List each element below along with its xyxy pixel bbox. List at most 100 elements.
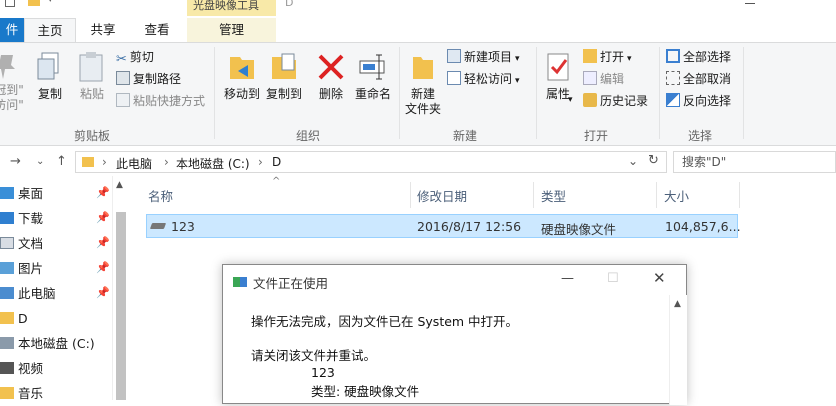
tab-file[interactable]: 件 <box>0 18 24 42</box>
open-button[interactable]: 打开 ▾ <box>583 47 632 67</box>
easy-access-button[interactable]: 轻松访问 ▾ <box>447 69 520 89</box>
minimize-button[interactable] <box>745 3 755 4</box>
nav-scrollbar[interactable]: ▲ <box>112 176 128 400</box>
dialog-scrollbar[interactable]: ▲ <box>669 295 687 405</box>
copy-label: 复制 <box>37 87 62 101</box>
breadcrumb-d[interactable]: D <box>272 155 281 169</box>
file-in-use-dialog: 文件正在使用 — ☐ ✕ 操作无法完成，因为文件已在 System 中打开。 请… <box>222 264 687 405</box>
nav-item-videos[interactable]: 视频 <box>0 357 112 381</box>
nav-item-label: 视频 <box>18 361 44 376</box>
nav-item-local-disk[interactable]: 本地磁盘 (C:) <box>0 332 112 356</box>
close-button[interactable]: ✕ <box>653 269 666 287</box>
nav-item-label: 下载 <box>18 211 44 226</box>
copy-button[interactable]: 复制 <box>34 51 66 102</box>
pin-to-quick-access-button[interactable]: 冠到" 访问" <box>0 51 26 113</box>
tab-share[interactable]: 共享 <box>80 18 126 42</box>
address-bar-row: → ⌄ ↑ › 此电脑 › 本地磁盘 (C:) › D ⌄ ↻ 搜索"D" <box>0 148 836 176</box>
recent-locations-icon[interactable]: ⌄ <box>36 156 44 167</box>
easy-access-icon <box>447 71 461 85</box>
rename-button[interactable]: 重命名 <box>352 51 394 102</box>
copy-to-button[interactable]: 复制到 <box>264 51 304 102</box>
address-bar[interactable]: › 此电脑 › 本地磁盘 (C:) › D ⌄ ↻ <box>75 151 667 173</box>
new-group-label: 新建 <box>453 129 478 143</box>
scroll-up-icon[interactable]: ▲ <box>116 180 123 190</box>
scroll-thumb[interactable] <box>116 212 126 400</box>
history-icon <box>583 93 597 107</box>
documents-icon <box>0 237 14 249</box>
cut-button[interactable]: ✂ 剪切 <box>116 47 154 67</box>
computer-icon <box>0 287 14 299</box>
refresh-icon[interactable]: ↻ <box>648 153 659 168</box>
dropdown-arrow-icon: ▾ <box>627 54 632 64</box>
nav-item-music[interactable]: 音乐 <box>0 382 112 406</box>
disc-image-icon <box>149 223 167 229</box>
folder-icon[interactable] <box>28 0 40 6</box>
ribbon-separator <box>659 47 660 139</box>
column-divider[interactable] <box>533 182 534 208</box>
new-folder-label-1: 新建 <box>410 87 435 101</box>
select-all-label: 全部选择 <box>683 50 732 64</box>
copy-path-icon <box>116 71 130 85</box>
context-tool-title: 光盘映像工具 <box>187 0 276 16</box>
tab-view[interactable]: 查看 <box>134 18 180 42</box>
pin-icon[interactable]: 📌 <box>96 186 110 199</box>
easy-access-label: 轻松访问 <box>464 72 513 86</box>
pin-icon[interactable]: 📌 <box>96 211 110 224</box>
new-folder-button[interactable]: 新建 文件夹 <box>404 51 442 117</box>
maximize-button[interactable]: ☐ <box>607 271 619 286</box>
pin-icon[interactable]: 📌 <box>96 261 110 274</box>
column-divider[interactable] <box>739 182 740 208</box>
navigation-pane: 桌面 📌 下载 📌 文档 📌 图片 📌 此电脑 📌 D 本地磁盘 (C:) 视频… <box>0 176 128 401</box>
column-divider[interactable] <box>656 182 657 208</box>
history-label: 历史记录 <box>600 94 649 108</box>
pin-icon[interactable]: 📌 <box>96 236 110 249</box>
copy-path-label: 复制路径 <box>133 72 182 86</box>
new-folder-icon <box>407 51 439 83</box>
paste-shortcut-icon <box>116 93 130 107</box>
new-item-button[interactable]: 新建项目 ▾ <box>447 47 520 67</box>
breadcrumb-this-pc[interactable]: 此电脑 <box>116 155 152 172</box>
move-to-button[interactable]: 移动到 <box>222 51 262 102</box>
title-bar: ▾ 光盘映像工具 D <box>0 0 836 18</box>
tab-home[interactable]: 主页 <box>24 18 76 42</box>
paste-shortcut-button[interactable]: 粘贴快捷方式 <box>116 91 205 111</box>
column-header-type[interactable]: 类型 <box>541 186 566 205</box>
paste-icon <box>76 51 108 83</box>
search-input[interactable]: 搜索"D" <box>673 151 836 173</box>
sort-indicator-icon: ^ <box>272 176 281 187</box>
invert-selection-button[interactable]: 反向选择 <box>666 91 731 111</box>
column-header-name[interactable]: 名称 <box>148 186 173 205</box>
column-header-date[interactable]: 修改日期 <box>417 186 467 205</box>
delete-button[interactable]: 删除 <box>314 51 348 102</box>
breadcrumb-separator[interactable]: › <box>102 155 107 169</box>
column-header-size[interactable]: 大小 <box>664 186 689 205</box>
checkbox-icon[interactable] <box>5 0 15 7</box>
paste-button[interactable]: 粘贴 <box>76 51 108 102</box>
new-item-label: 新建项目 <box>464 50 513 64</box>
history-button[interactable]: 历史记录 <box>583 91 648 111</box>
table-row[interactable]: 123 2016/8/17 12:56 硬盘映像文件 104,857,6... <box>146 214 741 238</box>
select-all-button[interactable]: 全部选择 <box>666 47 731 67</box>
breadcrumb-local-disk[interactable]: 本地磁盘 (C:) <box>176 155 250 172</box>
forward-arrow-icon[interactable]: → <box>10 154 21 169</box>
select-none-button[interactable]: 全部取消 <box>666 69 731 89</box>
scroll-up-icon[interactable]: ▲ <box>674 299 681 309</box>
dropdown-arrow-icon[interactable]: ▾ <box>48 0 53 5</box>
organize-group-label: 组织 <box>296 129 321 143</box>
column-divider[interactable] <box>410 182 411 208</box>
breadcrumb-separator[interactable]: › <box>164 155 169 169</box>
dropdown-arrow-icon[interactable]: ⌄ <box>628 154 638 168</box>
dropdown-arrow-icon[interactable]: ▾ <box>568 95 573 105</box>
edit-button[interactable]: 编辑 <box>583 69 624 89</box>
breadcrumb-separator[interactable]: › <box>258 155 263 169</box>
up-arrow-icon[interactable]: ↑ <box>56 154 67 169</box>
copy-path-button[interactable]: 复制路径 <box>116 69 181 89</box>
downloads-icon <box>0 212 14 224</box>
quick-access-toolbar[interactable]: ▾ <box>2 0 62 11</box>
nav-item-d[interactable]: D <box>0 307 112 331</box>
pin-label-2: 访问" <box>0 98 24 112</box>
pin-icon[interactable]: 📌 <box>96 286 110 299</box>
minimize-button[interactable]: — <box>561 271 574 286</box>
tab-manage[interactable]: 管理 <box>187 18 276 42</box>
select-none-label: 全部取消 <box>683 72 732 86</box>
